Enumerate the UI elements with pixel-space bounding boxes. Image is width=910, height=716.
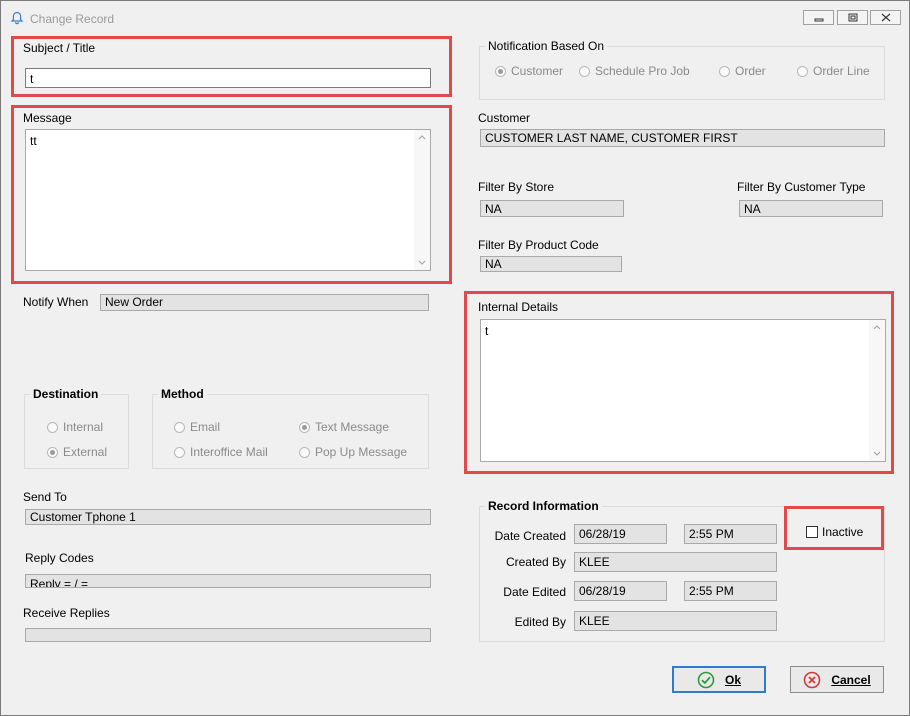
radio-label: Order Line: [813, 64, 870, 78]
radio-label: Interoffice Mail: [190, 445, 268, 459]
method-title: Method: [158, 387, 207, 401]
message-label: Message: [23, 111, 72, 125]
receive-replies-field: [25, 628, 431, 642]
radio-circle: [579, 65, 590, 77]
filter-customer-type-field: NA: [739, 200, 883, 217]
title-bar: Change Record: [1, 1, 909, 35]
internal-details-text: t: [485, 324, 489, 338]
date-created-label: Date Created: [494, 529, 566, 543]
message-text: tt: [30, 134, 37, 148]
filter-customer-type-label: Filter By Customer Type: [737, 180, 866, 194]
edited-by-label: Edited By: [514, 615, 566, 629]
radio-label: Text Message: [315, 420, 390, 434]
radio-circle-selected: [495, 65, 506, 77]
created-by-field: KLEE: [574, 552, 777, 572]
scroll-up-icon: [873, 325, 881, 330]
subject-label: Subject / Title: [23, 41, 96, 55]
filter-product-code-label: Filter By Product Code: [478, 238, 599, 252]
method-interoffice-mail-radio[interactable]: Interoffice Mail: [174, 445, 268, 459]
date-edited-field: 06/28/19: [574, 581, 667, 601]
record-information-title: Record Information: [485, 499, 602, 513]
send-to-label: Send To: [23, 490, 67, 504]
radio-circle: [174, 421, 185, 433]
radio-circle: [47, 421, 58, 433]
radio-circle-selected: [47, 446, 58, 458]
inactive-label: Inactive: [822, 525, 864, 539]
receive-replies-label: Receive Replies: [23, 606, 110, 620]
internal-details-textarea[interactable]: t: [480, 319, 886, 462]
radio-label: Customer: [511, 64, 564, 78]
destination-internal-radio[interactable]: Internal: [47, 420, 103, 434]
internal-details-label: Internal Details: [478, 300, 559, 314]
date-edited-label: Date Edited: [503, 585, 566, 599]
based-on-order-radio[interactable]: Order: [719, 64, 766, 78]
based-on-customer-radio[interactable]: Customer: [495, 64, 563, 78]
method-popup-message-radio[interactable]: Pop Up Message: [299, 445, 407, 459]
restore-icon: [848, 13, 858, 22]
subject-input[interactable]: t: [25, 68, 431, 88]
inactive-checkbox[interactable]: Inactive: [806, 525, 863, 539]
radio-label: Order: [735, 64, 766, 78]
filter-product-code-field: NA: [480, 256, 622, 272]
radio-circle: [797, 65, 808, 77]
created-by-label: Created By: [505, 555, 566, 569]
radio-label: Email: [190, 420, 221, 434]
based-on-order-line-radio[interactable]: Order Line: [797, 64, 870, 78]
scroll-up-icon: [418, 135, 426, 140]
destination-external-radio[interactable]: External: [47, 445, 107, 459]
reply-codes-label: Reply Codes: [25, 551, 94, 565]
notify-when-field: New Order: [100, 294, 429, 311]
close-icon: [881, 13, 891, 22]
radio-circle: [299, 446, 310, 458]
window-title: Change Record: [30, 12, 115, 26]
bell-icon: [10, 11, 24, 25]
change-record-window: Change Record Subject / Title t Message …: [0, 0, 910, 716]
radio-label: Internal: [63, 420, 104, 434]
radio-label: External: [63, 445, 108, 459]
ok-button[interactable]: Ok: [672, 666, 766, 693]
cancel-circle-icon: [804, 671, 821, 688]
time-created-field: 2:55 PM: [684, 524, 777, 544]
checkbox-box: [806, 526, 818, 538]
radio-circle-selected: [299, 421, 310, 433]
minimize-button[interactable]: [803, 10, 834, 25]
ok-label: Ok: [724, 672, 741, 687]
reply-codes-field: Reply = / =: [25, 574, 431, 588]
filter-store-label: Filter By Store: [478, 180, 555, 194]
date-created-field: 06/28/19: [574, 524, 667, 544]
scroll-down-icon: [873, 451, 881, 456]
based-on-schedule-pro-job-radio[interactable]: Schedule Pro Job: [579, 64, 690, 78]
message-scrollbar[interactable]: [414, 130, 430, 270]
edited-by-field: KLEE: [574, 611, 777, 631]
method-email-radio[interactable]: Email: [174, 420, 220, 434]
radio-circle: [174, 446, 185, 458]
customer-field: CUSTOMER LAST NAME, CUSTOMER FIRST: [480, 129, 885, 147]
destination-title: Destination: [30, 387, 102, 401]
scroll-down-icon: [418, 260, 426, 265]
check-circle-icon: [697, 671, 715, 688]
radio-label: Schedule Pro Job: [595, 64, 690, 78]
radio-label: Pop Up Message: [315, 445, 408, 459]
cancel-label: Cancel: [831, 672, 871, 687]
message-textarea[interactable]: tt: [25, 129, 431, 271]
method-text-message-radio[interactable]: Text Message: [299, 420, 389, 434]
internal-details-scrollbar[interactable]: [869, 320, 885, 461]
radio-circle: [719, 65, 730, 77]
customer-label: Customer: [478, 111, 531, 125]
close-button[interactable]: [870, 10, 901, 25]
maximize-button[interactable]: [837, 10, 868, 25]
cancel-button[interactable]: Cancel: [790, 666, 884, 693]
filter-store-field: NA: [480, 200, 624, 217]
time-edited-field: 2:55 PM: [684, 581, 777, 601]
notify-when-label: Notify When: [23, 295, 89, 309]
minimize-icon: [814, 18, 824, 22]
notification-based-on-title: Notification Based On: [485, 39, 608, 53]
send-to-field: Customer Tphone 1: [25, 509, 431, 525]
